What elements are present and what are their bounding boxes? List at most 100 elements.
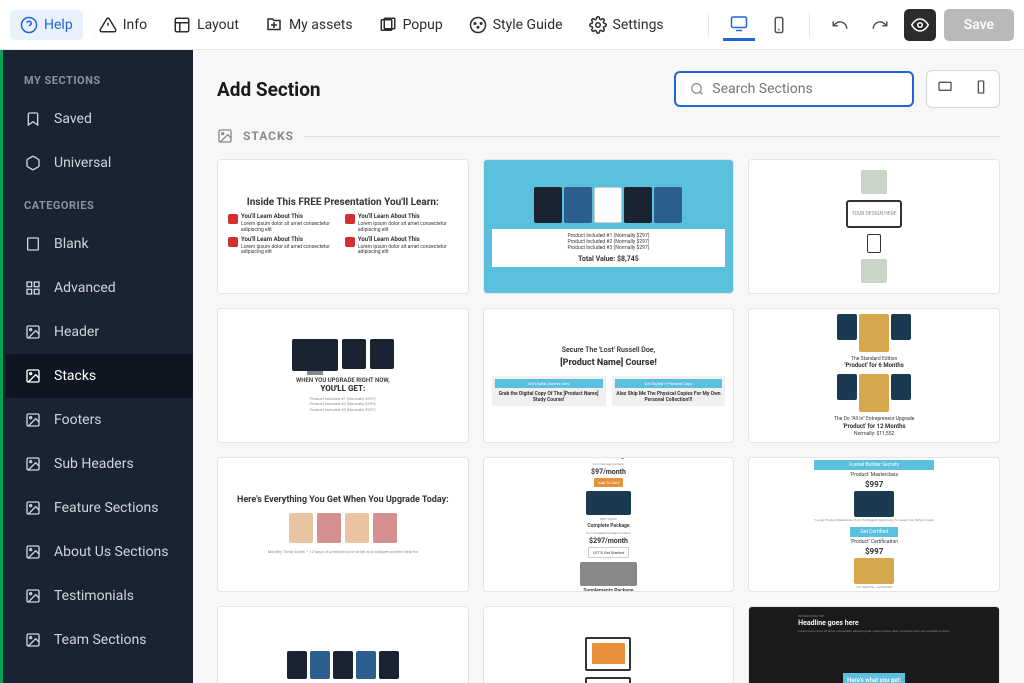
sidebar-item-footers[interactable]: Footers	[6, 398, 193, 442]
sidebar-label: Universal	[54, 155, 111, 171]
help-label: Help	[44, 17, 73, 33]
search-input[interactable]	[712, 81, 898, 97]
eye-icon	[911, 16, 929, 34]
template-card[interactable]: Funnel Builder Secrets'Product' Mastercl…	[748, 457, 1000, 592]
undo-icon	[831, 16, 849, 34]
section-label: STACKS	[243, 129, 294, 143]
mobile-view-button[interactable]	[763, 9, 795, 41]
main: MY SECTIONS Saved Universal CATEGORIES B…	[0, 50, 1024, 683]
image-icon	[24, 587, 42, 605]
desktop-icon	[730, 14, 748, 32]
layout-button[interactable]: Layout	[163, 10, 249, 40]
layout-icon	[173, 16, 191, 34]
topbar: Help Info Layout My assets Popup Style G…	[0, 0, 1024, 50]
info-label: Info	[123, 17, 147, 33]
template-card[interactable]	[483, 606, 735, 683]
file-icon	[24, 235, 42, 253]
template-card[interactable]: The Standard Edition'Product' for 6 Mont…	[748, 308, 1000, 443]
sidebar-label: Sub Headers	[54, 456, 134, 472]
sidebar-item-saved[interactable]: Saved	[6, 97, 193, 141]
mobile-preview-button[interactable]	[963, 71, 999, 107]
style-guide-label: Style Guide	[493, 17, 563, 33]
image-icon	[24, 411, 42, 429]
sidebar-heading-my-sections: MY SECTIONS	[6, 60, 193, 97]
template-card[interactable]: INTRODUCING THE Headline goes here Lorem…	[748, 606, 1000, 683]
sidebar-item-blank[interactable]: Blank	[6, 222, 193, 266]
sidebar-label: Blank	[54, 236, 89, 252]
style-guide-button[interactable]: Style Guide	[459, 10, 573, 40]
assets-button[interactable]: My assets	[255, 10, 363, 40]
sidebar-heading-categories: CATEGORIES	[6, 185, 193, 222]
template-card[interactable]: YOUR DESIGN HERE	[748, 159, 1000, 294]
assets-icon	[265, 16, 283, 34]
grid-icon	[24, 279, 42, 297]
sidebar-label: Stacks	[54, 368, 96, 384]
template-card[interactable]: Here's Everything You Get When You Upgra…	[217, 457, 469, 592]
help-button[interactable]: Help	[10, 10, 83, 40]
content-area: Add Section STACKS	[193, 50, 1024, 683]
divider-line	[304, 136, 1000, 137]
assets-label: My assets	[289, 17, 353, 33]
popup-label: Popup	[403, 17, 443, 33]
sidebar-label: Team Sections	[54, 632, 146, 648]
content-header: Add Section	[217, 70, 1000, 108]
save-button[interactable]: Save	[944, 9, 1014, 41]
template-card[interactable]: Everything You're Going To Get	[217, 606, 469, 683]
sidebar-item-team-sections[interactable]: Team Sections	[6, 618, 193, 662]
cube-icon	[24, 154, 42, 172]
image-icon	[24, 323, 42, 341]
desktop-view-button[interactable]	[723, 9, 755, 41]
sidebar-item-feature-sections[interactable]: Feature Sections	[6, 486, 193, 530]
search-box[interactable]	[674, 71, 914, 107]
sidebar-item-universal[interactable]: Universal	[6, 141, 193, 185]
sidebar-item-about-us-sections[interactable]: About Us Sections	[6, 530, 193, 574]
image-icon	[24, 631, 42, 649]
device-toggle	[926, 70, 1000, 108]
info-button[interactable]: Info	[89, 10, 157, 40]
mobile-icon	[973, 79, 989, 95]
desktop-preview-button[interactable]	[927, 71, 963, 107]
image-icon	[24, 543, 42, 561]
divider	[708, 13, 709, 37]
desktop-icon	[937, 79, 953, 95]
topbar-left: Help Info Layout My assets Popup Style G…	[10, 10, 698, 40]
sidebar-item-sub-headers[interactable]: Sub Headers	[6, 442, 193, 486]
popup-icon	[379, 16, 397, 34]
divider	[809, 13, 810, 37]
template-card[interactable]: Starter PackageYour Package Contains:$97…	[483, 457, 735, 592]
page-title: Add Section	[217, 78, 321, 101]
layout-label: Layout	[197, 17, 239, 33]
sidebar-label: Header	[54, 324, 99, 340]
sidebar-item-testimonials[interactable]: Testimonials	[6, 574, 193, 618]
redo-button[interactable]	[864, 9, 896, 41]
preview-button[interactable]	[904, 9, 936, 41]
sidebar-label: Testimonials	[54, 588, 134, 604]
popup-button[interactable]: Popup	[369, 10, 453, 40]
settings-button[interactable]: Settings	[579, 10, 674, 40]
section-header: STACKS	[217, 128, 1000, 144]
image-icon	[217, 128, 233, 144]
warning-icon	[99, 16, 117, 34]
sidebar-item-header[interactable]: Header	[6, 310, 193, 354]
image-icon	[24, 367, 42, 385]
header-actions	[674, 70, 1000, 108]
sidebar-label: About Us Sections	[54, 544, 169, 560]
template-card[interactable]: WHEN YOU UPGRADE RIGHT NOW, YOU'LL GET: …	[217, 308, 469, 443]
template-card[interactable]: Inside This FREE Presentation You'll Lea…	[217, 159, 469, 294]
sidebar-item-advanced[interactable]: Advanced	[6, 266, 193, 310]
palette-icon	[469, 16, 487, 34]
help-icon	[20, 16, 38, 34]
sidebar-label: Saved	[54, 111, 92, 127]
sidebar-item-stacks[interactable]: Stacks	[6, 354, 193, 398]
template-card[interactable]: Secure The 'Lost' Russell Doe, [Product …	[483, 308, 735, 443]
gear-icon	[589, 16, 607, 34]
settings-label: Settings	[613, 17, 664, 33]
undo-button[interactable]	[824, 9, 856, 41]
mobile-icon	[770, 16, 788, 34]
template-card[interactable]: Product Included #1 (Normally $297) Prod…	[483, 159, 735, 294]
sidebar-label: Advanced	[54, 280, 116, 296]
image-icon	[24, 455, 42, 473]
redo-icon	[871, 16, 889, 34]
topbar-right: Save	[702, 9, 1014, 41]
sidebar: MY SECTIONS Saved Universal CATEGORIES B…	[6, 50, 193, 683]
